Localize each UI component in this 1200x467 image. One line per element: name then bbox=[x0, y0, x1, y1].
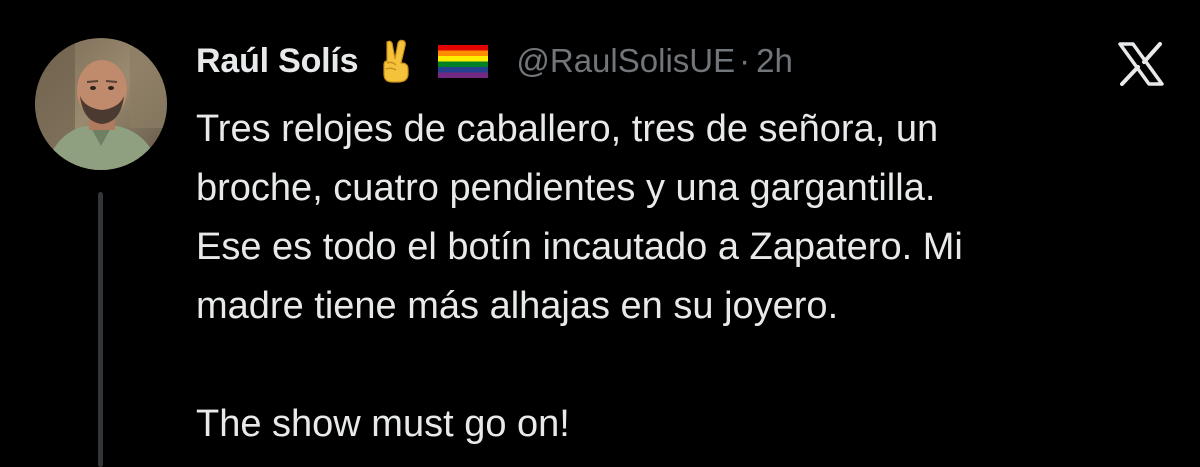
tweet-header: Raúl Solís @RaulSolisUE · 2h bbox=[196, 36, 793, 86]
avatar[interactable] bbox=[35, 38, 167, 170]
rainbow-flag-icon bbox=[436, 41, 490, 81]
tweet-timestamp[interactable]: 2h bbox=[756, 42, 793, 80]
thread-line bbox=[98, 192, 103, 467]
tweet[interactable]: Raúl Solís @RaulSolisUE · 2h Tres reloje… bbox=[0, 0, 1200, 467]
victory-hand-emoji-icon bbox=[378, 39, 414, 83]
x-logo-icon[interactable] bbox=[1114, 42, 1168, 86]
author-handle[interactable]: @RaulSolisUE bbox=[516, 42, 735, 80]
tweet-text-paragraph: The show must go on! bbox=[196, 403, 570, 445]
avatar-image bbox=[35, 38, 167, 170]
author-display-name[interactable]: Raúl Solís bbox=[196, 42, 359, 81]
separator-dot: · bbox=[739, 42, 751, 79]
tweet-body: Tres relojes de caballero, tres de señor… bbox=[196, 100, 1176, 454]
tweet-text-paragraph: Tres relojes de caballero, tres de señor… bbox=[196, 108, 963, 327]
